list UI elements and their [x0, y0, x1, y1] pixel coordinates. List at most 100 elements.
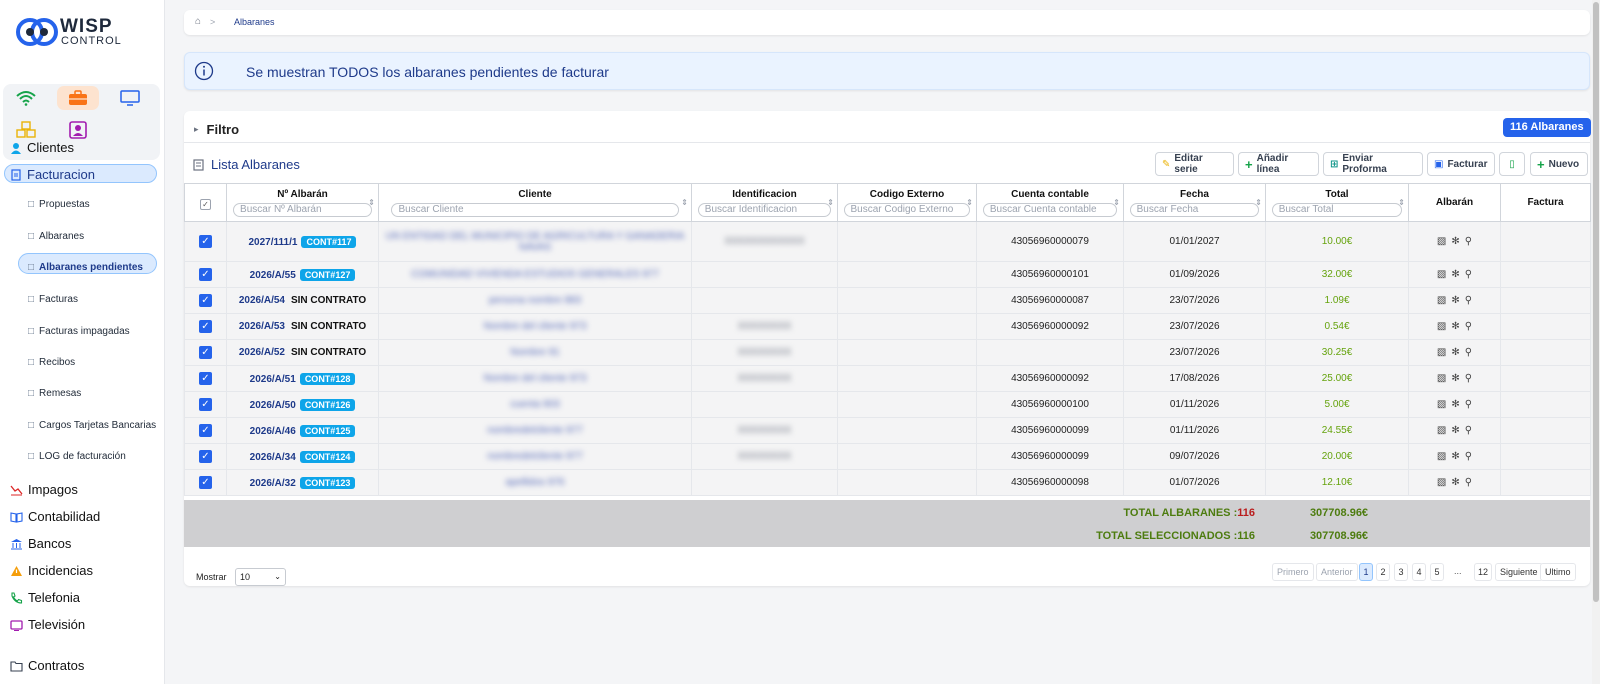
sidebar-item-telefonia[interactable]: Telefonia [10, 590, 80, 605]
sidebar-item-incidencias[interactable]: Incidencias [10, 563, 93, 578]
client-name[interactable]: nombredelcliente 977 [487, 425, 583, 436]
pdf-icon[interactable]: ▧ [1437, 321, 1446, 332]
numero-cell[interactable]: 2026/A/55 CONT#127 [226, 261, 379, 288]
client-name[interactable]: COMUNIDAD VIVIENDA ESTUDIOS GENERALES 97… [411, 269, 659, 280]
client-name[interactable]: apellidos 976 [506, 477, 565, 488]
row-checkbox-cell[interactable]: ✓ [184, 469, 227, 496]
row-checkbox-cell[interactable]: ✓ [184, 417, 227, 444]
table-row[interactable]: ✓ 2026/A/34 CONT#124 nombredelcliente 977 XX… [184, 443, 1591, 470]
contract-badge[interactable]: CONT#128 [299, 372, 356, 385]
pdf-icon[interactable]: ▧ [1437, 451, 1446, 462]
numero-cell[interactable]: 2027/111/1 CONT#117 [226, 221, 379, 262]
pagination-page-last[interactable]: 12 [1474, 563, 1492, 581]
search-numero-input[interactable]: Buscar Nº Albarán [233, 203, 372, 217]
sidebar-item-albaranes-pendientes[interactable]: □ Albaranes pendientes [28, 262, 143, 273]
row-checkbox-cell[interactable]: ✓ [184, 287, 227, 314]
sidebar-item-facturas[interactable]: □ Facturas [28, 294, 78, 305]
numero-cell[interactable]: 2026/A/50 CONT#126 [226, 391, 379, 418]
row-checkbox[interactable]: ✓ [199, 320, 212, 333]
pagination-page-3[interactable]: 3 [1394, 563, 1408, 581]
table-row[interactable]: ✓ 2026/A/55 CONT#127 COMUNIDAD VIVIENDA EST… [184, 261, 1591, 288]
sort-icon[interactable]: ⇕ [966, 198, 973, 207]
filter-toggle[interactable]: ▸ Filtro [194, 122, 239, 137]
edit-series-button[interactable]: ✎ Editar serie [1155, 152, 1234, 176]
contract-badge[interactable]: CONT#125 [299, 424, 356, 437]
row-checkbox[interactable]: ✓ [199, 268, 212, 281]
search-identificacion-input[interactable]: Buscar Identificacion [697, 203, 832, 217]
client-name[interactable]: nombredelcliente 977 [487, 451, 583, 462]
pdf-icon[interactable]: ▧ [1437, 295, 1446, 306]
pagination-next[interactable]: Siguiente [1495, 563, 1543, 581]
contract-badge[interactable]: CONT#126 [299, 398, 356, 411]
home-icon[interactable]: ⌂ [195, 16, 201, 27]
sidebar-item-log-facturacion[interactable]: □ LOG de facturación [28, 451, 126, 462]
contract-badge[interactable]: CONT#117 [301, 235, 357, 248]
albaran-number-link[interactable]: 2026/A/51 [250, 374, 296, 385]
add-line-button[interactable]: + Añadir línea [1238, 152, 1319, 176]
row-checkbox-cell[interactable]: ✓ [184, 443, 227, 470]
scrollbar-thumb[interactable] [1593, 2, 1599, 602]
row-checkbox[interactable]: ✓ [199, 450, 212, 463]
col-cliente[interactable]: Cliente ⇕ Buscar Cliente [378, 183, 692, 222]
cliente-cell[interactable]: cuenta 903 [378, 391, 692, 418]
page-size-select[interactable]: 10 ⌄ [235, 568, 286, 586]
row-checkbox[interactable]: ✓ [199, 372, 212, 385]
select-all-header[interactable]: ✓ [184, 183, 227, 222]
cliente-cell[interactable]: Nombre del cliente 973 [378, 365, 692, 392]
table-row[interactable]: ✓ 2026/A/54 SIN CONTRATO persona nombre 883… [184, 287, 1591, 314]
col-total[interactable]: Total ⇕ Buscar Total [1265, 183, 1409, 222]
search-icon[interactable]: ⚲ [1465, 269, 1472, 280]
numero-cell[interactable]: 2026/A/34 CONT#124 [226, 443, 379, 470]
settings-icon[interactable]: ✻ [1451, 236, 1459, 247]
search-icon[interactable]: ⚲ [1465, 451, 1472, 462]
search-icon[interactable]: ⚲ [1465, 321, 1472, 332]
pdf-icon[interactable]: ▧ [1437, 236, 1446, 247]
row-checkbox-cell[interactable]: ✓ [184, 313, 227, 340]
search-cliente-input[interactable]: Buscar Cliente [391, 203, 679, 217]
cliente-cell[interactable]: COMUNIDAD VIVIENDA ESTUDIOS GENERALES 97… [378, 261, 692, 288]
settings-icon[interactable]: ✻ [1451, 451, 1459, 462]
sidebar-item-facturacion[interactable]: Facturacion [10, 167, 95, 182]
pdf-icon[interactable]: ▧ [1437, 477, 1446, 488]
settings-icon[interactable]: ✻ [1451, 399, 1459, 410]
pagination-page-2[interactable]: 2 [1376, 563, 1390, 581]
row-checkbox[interactable]: ✓ [199, 476, 212, 489]
table-row[interactable]: ✓ 2027/111/1 CONT#117 UN ENTIDAD DEL MUNICI… [184, 221, 1591, 262]
row-checkbox[interactable]: ✓ [199, 398, 212, 411]
search-icon[interactable]: ⚲ [1465, 236, 1472, 247]
row-checkbox[interactable]: ✓ [199, 235, 212, 248]
table-row[interactable]: ✓ 2026/A/50 CONT#126 cuenta 903 430569600001… [184, 391, 1591, 418]
contract-badge[interactable]: CONT#123 [299, 476, 356, 489]
wisp-control-logo[interactable]: WISP CONTROL [16, 14, 126, 50]
send-proforma-button[interactable]: ⊞ Enviar Proforma [1323, 152, 1423, 176]
sort-icon[interactable]: ⇕ [827, 198, 834, 207]
cliente-cell[interactable]: persona nombre 883 [378, 287, 692, 314]
app-boxes-button[interactable] [5, 118, 47, 142]
app-wifi-button[interactable] [5, 86, 47, 110]
sort-icon[interactable]: ⇕ [1113, 198, 1120, 207]
settings-icon[interactable]: ✻ [1451, 477, 1459, 488]
new-button[interactable]: + Nuevo [1530, 152, 1588, 176]
row-checkbox-cell[interactable]: ✓ [184, 365, 227, 392]
search-icon[interactable]: ⚲ [1465, 425, 1472, 436]
cliente-cell[interactable]: Nombre del cliente 973 [378, 313, 692, 340]
numero-cell[interactable]: 2026/A/53 SIN CONTRATO [226, 313, 379, 340]
table-row[interactable]: ✓ 2026/A/51 CONT#128 Nombre del cliente 973… [184, 365, 1591, 392]
row-checkbox[interactable]: ✓ [199, 294, 212, 307]
numero-cell[interactable]: 2026/A/46 CONT#125 [226, 417, 379, 444]
row-checkbox-cell[interactable]: ✓ [184, 391, 227, 418]
select-all-checkbox[interactable]: ✓ [200, 199, 211, 210]
row-checkbox[interactable]: ✓ [199, 346, 212, 359]
albaran-number-link[interactable]: 2026/A/53 [239, 321, 285, 332]
cliente-cell[interactable]: apellidos 976 [378, 469, 692, 496]
table-row[interactable]: ✓ 2026/A/32 CONT#123 apellidos 976 430569600… [184, 469, 1591, 496]
sidebar-item-propuestas[interactable]: □ Propuestas [28, 199, 90, 210]
breadcrumb-current[interactable]: Albaranes [234, 17, 275, 27]
pdf-icon[interactable]: ▧ [1437, 425, 1446, 436]
albaran-number-link[interactable]: 2026/A/52 [239, 347, 285, 358]
numero-cell[interactable]: 2026/A/51 CONT#128 [226, 365, 379, 392]
numero-cell[interactable]: 2026/A/54 SIN CONTRATO [226, 287, 379, 314]
sidebar-item-facturas-impagadas[interactable]: □ Facturas impagadas [28, 326, 130, 337]
sidebar-item-cargos-tarjetas[interactable]: □ Cargos Tarjetas Bancarias [28, 420, 156, 431]
app-user-badge-button[interactable] [57, 118, 99, 142]
